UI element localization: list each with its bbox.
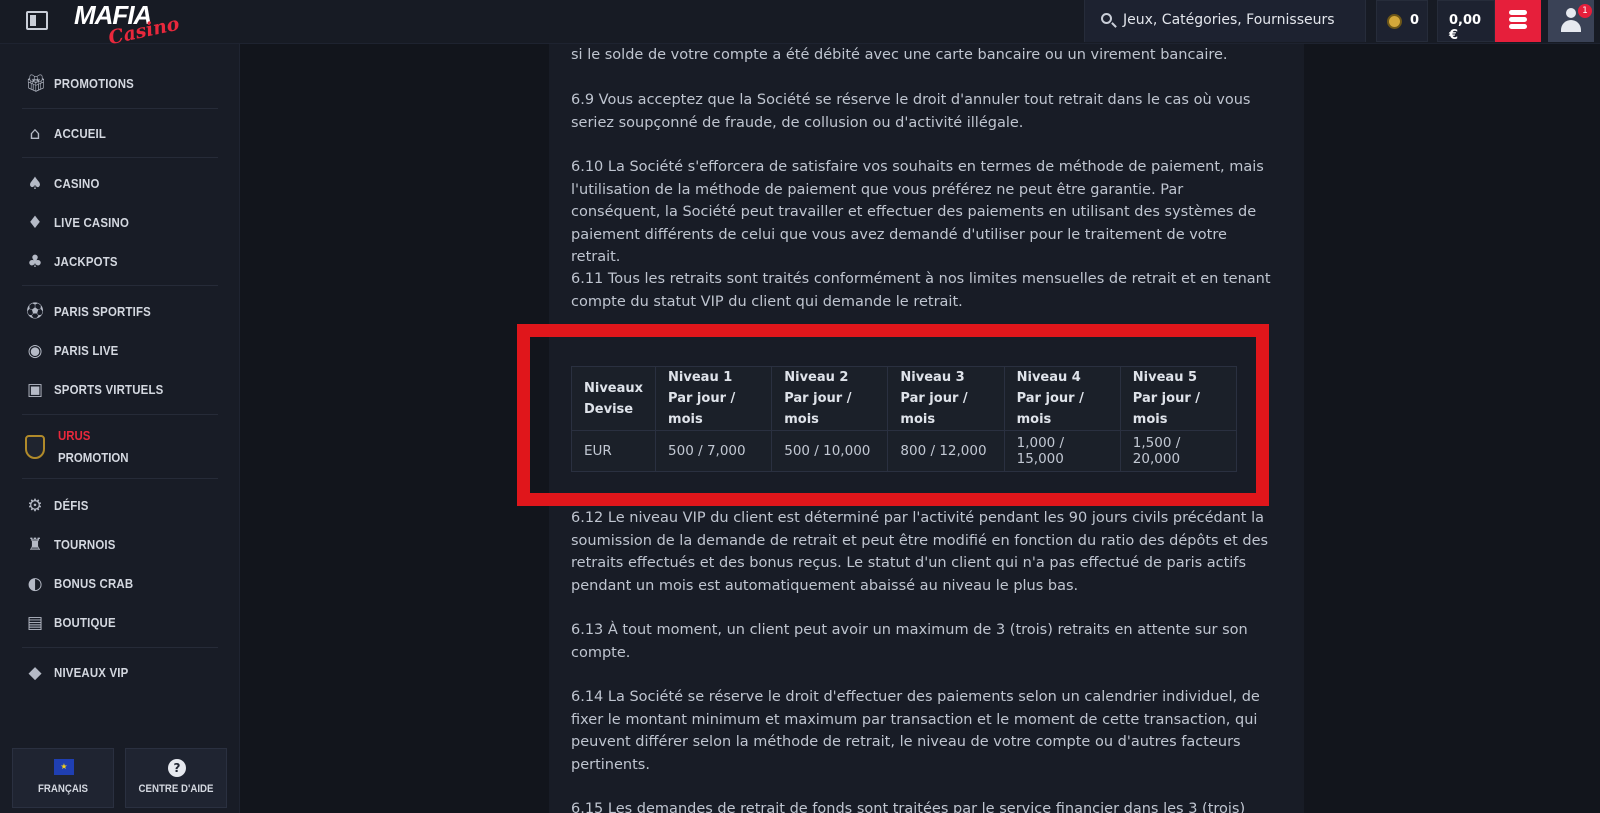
- sidebar-item-label: CASINO: [54, 176, 100, 191]
- search-bar[interactable]: Jeux, Catégories, Fournisseurs: [1084, 0, 1366, 42]
- promo-subtitle: PROMOTION: [58, 450, 129, 465]
- coin-count: 0: [1410, 13, 1420, 28]
- help-label: CENTRE D'AIDE: [138, 783, 214, 795]
- gift-icon: 🎁︎: [25, 74, 47, 94]
- language-label: FRANÇAIS: [37, 783, 89, 795]
- trophy-icon: ♜: [27, 535, 43, 555]
- terms-paragraph-6-12: 6.12 Le niveau VIP du client est détermi…: [571, 510, 1269, 594]
- spade-icon: ♠: [27, 174, 43, 194]
- sidebar-item-tournois[interactable]: ♜ TOURNOIS: [0, 526, 240, 564]
- coins-button[interactable]: 0: [1376, 0, 1428, 42]
- sidebar-item-label: JACKPOTS: [54, 254, 118, 269]
- eu-flag-icon: ★: [54, 759, 74, 775]
- terms-paragraph-6-15: 6.15 Les demandes de retrait de fonds so…: [571, 801, 1246, 813]
- sidebar-item-label: LIVE CASINO: [54, 215, 130, 230]
- lamborghini-shield-icon: [25, 435, 45, 459]
- sidebar-item-jackpots[interactable]: ♣ JACKPOTS: [0, 243, 240, 281]
- coin-icon: [1387, 14, 1402, 29]
- sidebar-item-defis[interactable]: ⚙ DÉFIS: [0, 487, 240, 525]
- sidebar-item-label: NIVEAUX VIP: [54, 665, 129, 680]
- sidebar-item-label: TOURNOIS: [54, 537, 116, 552]
- deposit-button[interactable]: [1495, 0, 1541, 42]
- search-icon: [1101, 13, 1112, 24]
- sidebar-item-promotions[interactable]: 🎁︎ PROMOTIONS: [0, 65, 240, 103]
- help-center-button[interactable]: ? CENTRE D'AIDE: [125, 748, 227, 808]
- terms-paragraph: si le solde de votre compte a été débité…: [571, 47, 1228, 63]
- gear-icon: ⚙: [27, 496, 43, 516]
- sidebar-item-niveaux-vip[interactable]: ◆ NIVEAUX VIP: [0, 654, 240, 692]
- help-icon: ?: [168, 759, 186, 777]
- balance-value: 0,00 €: [1449, 13, 1482, 43]
- sidebar-toggle-icon[interactable]: [26, 11, 48, 30]
- divider: [22, 157, 218, 158]
- soccer-ball-icon: ⚽︎: [26, 302, 44, 322]
- clover-icon: ♣: [27, 252, 43, 272]
- sidebar-item-casino[interactable]: ♠ CASINO: [0, 165, 240, 203]
- cards-icon: ♦: [27, 213, 43, 233]
- sidebar-item-label: PARIS LIVE: [54, 343, 119, 358]
- balance-button[interactable]: 0,00 €: [1437, 0, 1495, 43]
- search-input[interactable]: Jeux, Catégories, Fournisseurs: [1123, 12, 1335, 28]
- divider: [22, 285, 218, 286]
- user-menu-button[interactable]: 1: [1548, 0, 1594, 42]
- divider: [22, 478, 218, 479]
- terms-paragraph-6-10: 6.10 La Société s'efforcera de satisfair…: [571, 159, 1264, 265]
- language-button[interactable]: ★ FRANÇAIS: [12, 748, 114, 808]
- crab-icon: ◐: [27, 574, 43, 594]
- logo[interactable]: MAFIA Casino: [74, 0, 184, 49]
- sidebar-item-bonus-crab[interactable]: ◐ BONUS CRAB: [0, 565, 240, 603]
- shop-icon: ▤: [26, 613, 44, 633]
- sidebar-item-label: DÉFIS: [54, 498, 89, 513]
- highlight-annotation-box: [517, 324, 1269, 506]
- divider: [22, 414, 218, 415]
- terms-paragraph-6-13: 6.13 À tout moment, un client peut avoir…: [571, 622, 1248, 661]
- promo-title: URUS: [58, 428, 91, 443]
- sidebar-item-label: ACCUEIL: [54, 126, 107, 141]
- sidebar-item-sports-virtuels[interactable]: ▣ SPORTS VIRTUELS: [0, 371, 240, 409]
- live-icon: ◉: [27, 341, 43, 361]
- sidebar-item-label: SPORTS VIRTUELS: [54, 382, 164, 397]
- terms-paragraph-6-9: 6.9 Vous acceptez que la Société se rése…: [571, 92, 1251, 131]
- terms-paragraph-6-14: 6.14 La Société se réserve le droit d'ef…: [571, 689, 1260, 773]
- divider: [22, 647, 218, 648]
- sidebar-item-paris-sportifs[interactable]: ⚽︎ PARIS SPORTIFS: [0, 293, 240, 331]
- divider: [22, 108, 218, 109]
- diamond-icon: ◆: [28, 663, 42, 683]
- sidebar-item-label: PARIS SPORTIFS: [54, 304, 151, 319]
- sidebar-item-label: BOUTIQUE: [54, 615, 116, 630]
- sidebar-item-urus-promotion[interactable]: URUS PROMOTION: [0, 422, 240, 472]
- virtual-sports-icon: ▣: [26, 380, 44, 400]
- sidebar-item-live-casino[interactable]: ♦ LIVE CASINO: [0, 204, 240, 242]
- notification-badge: 1: [1578, 4, 1592, 18]
- sidebar: 🎁︎ PROMOTIONS ⌂ ACCUEIL ♠ CASINO ♦ LIVE …: [0, 44, 240, 813]
- chips-icon: [1509, 10, 1527, 30]
- home-icon: ⌂: [29, 124, 41, 144]
- terms-paragraph-6-11: 6.11 Tous les retraits sont traités conf…: [571, 271, 1271, 310]
- sidebar-item-label: PROMOTIONS: [54, 76, 134, 91]
- sidebar-item-label: BONUS CRAB: [54, 576, 134, 591]
- sidebar-item-paris-live[interactable]: ◉ PARIS LIVE: [0, 332, 240, 370]
- top-bar: MAFIA Casino Jeux, Catégories, Fournisse…: [0, 0, 1600, 49]
- sidebar-item-accueil[interactable]: ⌂ ACCUEIL: [0, 115, 240, 153]
- sidebar-item-boutique[interactable]: ▤ BOUTIQUE: [0, 604, 240, 642]
